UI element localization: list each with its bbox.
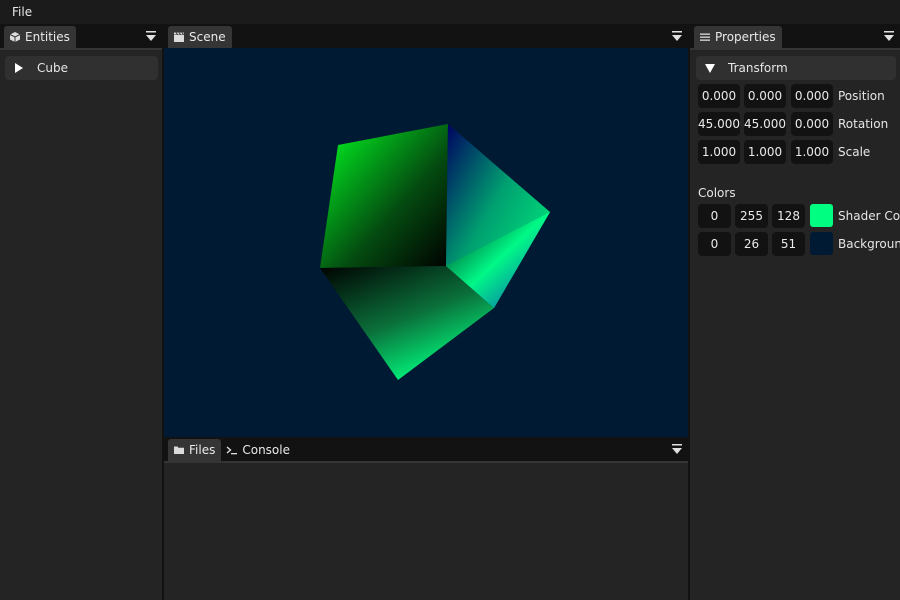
scale-z-field[interactable]: 1.000 (791, 140, 833, 164)
scale-label: Scale (838, 145, 871, 159)
scene-viewport[interactable] (164, 48, 688, 437)
transform-header-label: Transform (728, 61, 788, 75)
position-z-field[interactable]: 0.000 (791, 84, 833, 108)
entity-label: Cube (37, 61, 68, 75)
collapse-arrow-icon[interactable] (705, 63, 715, 73)
cube-icon (9, 32, 21, 42)
bottom-panel: Files Console (164, 437, 688, 600)
rotation-z-field[interactable]: 0.000 (791, 112, 833, 136)
shader-r-field[interactable]: 0 (698, 204, 731, 228)
panel-menu-icon[interactable] (672, 443, 682, 455)
folder-icon (174, 446, 184, 454)
tab-properties-label: Properties (715, 30, 776, 44)
list-icon (700, 33, 710, 41)
colors-heading: Colors (698, 186, 736, 200)
background-color-label: Backgroun (838, 237, 900, 251)
expand-arrow-icon[interactable] (15, 63, 23, 73)
entities-tabbar: Entities (0, 24, 162, 48)
background-r-field[interactable]: 0 (698, 232, 731, 256)
properties-tabbar: Properties (690, 24, 900, 48)
position-x-field[interactable]: 0.000 (698, 84, 740, 108)
rotation-y-field[interactable]: 45.000 (744, 112, 786, 136)
tab-underline (164, 461, 688, 463)
tab-entities-label: Entities (25, 30, 70, 44)
clapperboard-icon (174, 32, 184, 42)
shader-g-field[interactable]: 255 (735, 204, 768, 228)
background-b-field[interactable]: 51 (772, 232, 805, 256)
menu-file[interactable]: File (0, 0, 44, 24)
tab-console-label: Console (242, 443, 290, 457)
panel-menu-icon[interactable] (146, 30, 156, 42)
tab-underline (690, 48, 900, 50)
panel-menu-icon[interactable] (884, 30, 894, 42)
position-y-field[interactable]: 0.000 (744, 84, 786, 108)
entities-panel: Entities Cube (0, 24, 162, 600)
background-g-field[interactable]: 26 (735, 232, 768, 256)
properties-panel: Properties (690, 24, 900, 600)
tab-scene[interactable]: Scene (168, 26, 232, 48)
tab-files[interactable]: Files (168, 439, 222, 461)
scale-x-field[interactable]: 1.000 (698, 140, 740, 164)
tab-underline (0, 48, 162, 50)
shader-b-field[interactable]: 128 (772, 204, 805, 228)
background-color-swatch[interactable] (810, 232, 833, 255)
scale-y-field[interactable]: 1.000 (744, 140, 786, 164)
tab-entities[interactable]: Entities (4, 26, 76, 48)
entity-item-cube[interactable]: Cube (5, 56, 158, 80)
tab-console[interactable]: Console (221, 439, 296, 461)
rotation-label: Rotation (838, 117, 889, 131)
shader-color-swatch[interactable] (810, 204, 833, 227)
tab-files-label: Files (189, 443, 216, 457)
panel-menu-icon[interactable] (672, 30, 682, 42)
terminal-icon (226, 446, 238, 455)
transform-header[interactable]: Transform (696, 56, 896, 80)
shader-color-label: Shader Col (838, 209, 900, 223)
rotation-x-field[interactable]: 45.000 (698, 112, 740, 136)
scene-tabbar: Scene (164, 24, 688, 48)
bottom-tabbar: Files Console (164, 437, 688, 461)
cube-render (320, 124, 550, 380)
menubar: File (0, 0, 900, 24)
tab-scene-label: Scene (189, 30, 226, 44)
position-label: Position (838, 89, 885, 103)
tab-properties[interactable]: Properties (694, 26, 782, 48)
